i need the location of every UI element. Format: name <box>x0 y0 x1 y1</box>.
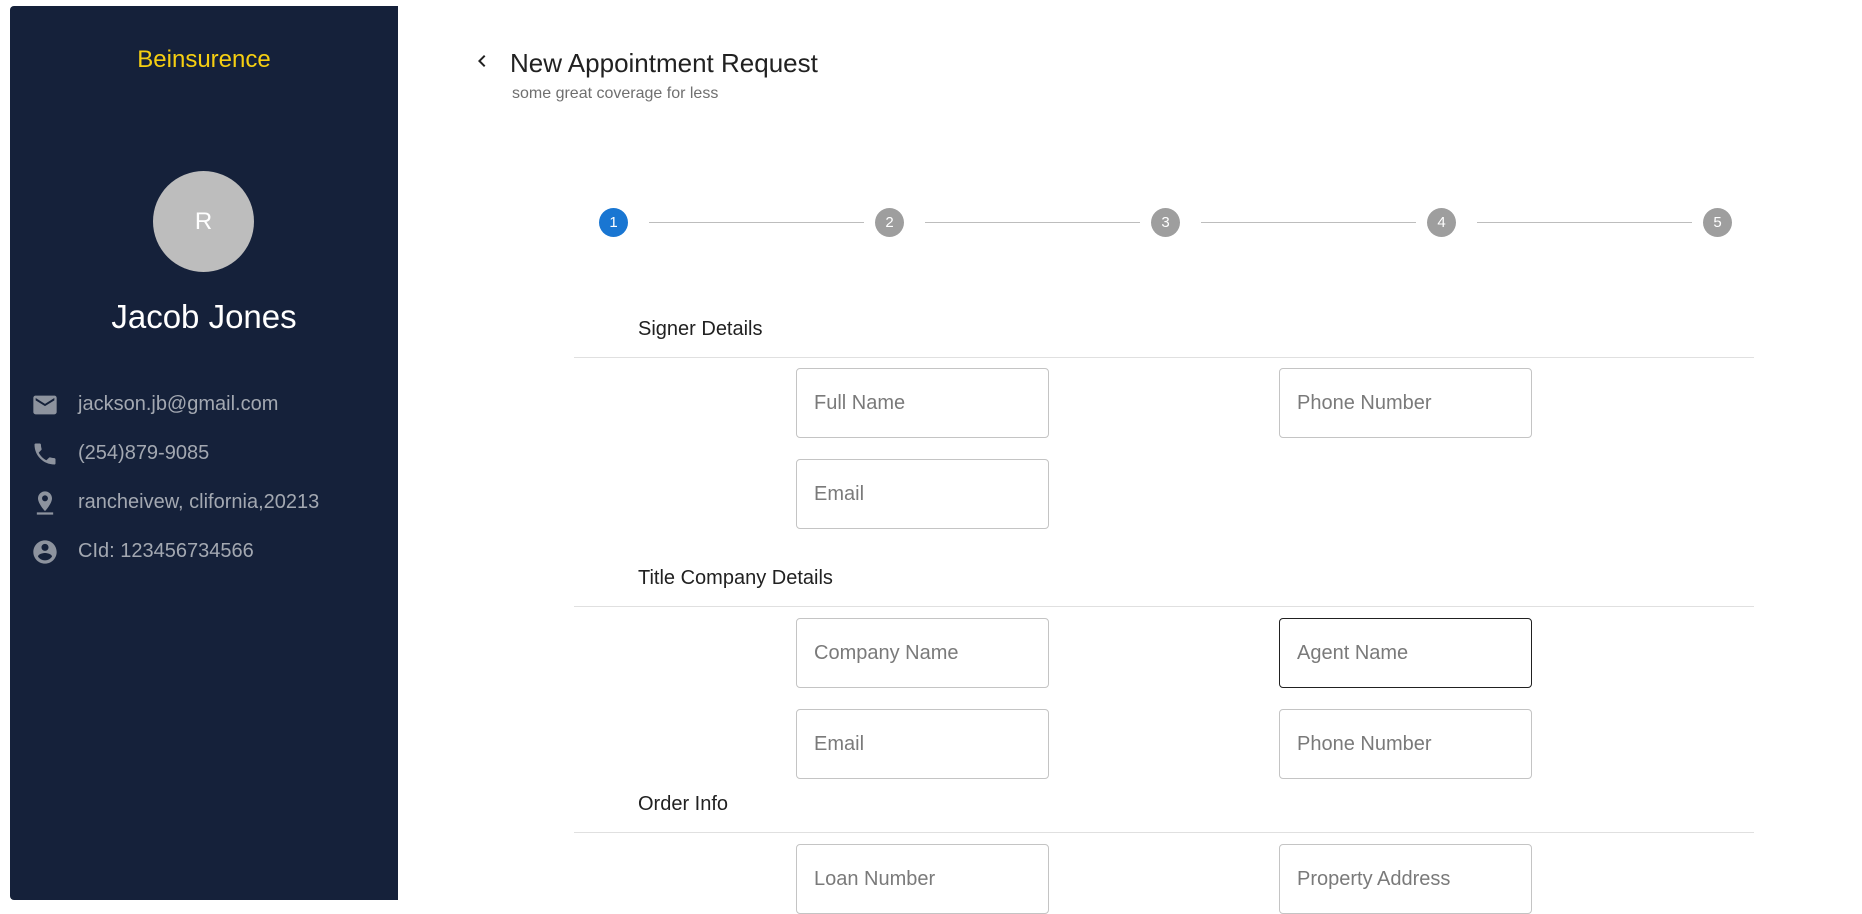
title-company-email-input[interactable] <box>797 710 1048 778</box>
step-connector <box>1477 222 1692 223</box>
title-company-email-field[interactable] <box>796 709 1049 779</box>
user-name: Jacob Jones <box>111 298 297 335</box>
section-title-title-company: Title Company Details <box>638 567 833 589</box>
info-item-phone: (254)879-9085 <box>30 429 390 478</box>
step-1[interactable]: 1 <box>599 208 628 237</box>
step-4[interactable]: 4 <box>1427 208 1456 237</box>
signer-full-name-field[interactable] <box>796 368 1049 438</box>
agent-name-input[interactable] <box>1280 619 1531 687</box>
step-connector <box>1201 222 1416 223</box>
contact-info-list: jackson.jb@gmail.com (254)879-9085 ranch… <box>30 380 390 576</box>
avatar: R <box>153 171 254 272</box>
property-address-field[interactable] <box>1279 844 1532 914</box>
signer-phone-field[interactable] <box>1279 368 1532 438</box>
mail-icon <box>30 390 60 420</box>
page-title: New Appointment Request <box>510 48 818 78</box>
divider <box>574 832 1754 833</box>
property-address-input[interactable] <box>1280 845 1531 913</box>
loan-number-input[interactable] <box>797 845 1048 913</box>
divider <box>574 606 1754 607</box>
step-3[interactable]: 3 <box>1151 208 1180 237</box>
avatar-initial: R <box>194 207 213 235</box>
section-title-signer: Signer Details <box>638 318 763 340</box>
brand-logo: Beinsurence <box>137 46 271 73</box>
info-item-location: rancheivew, clifornia,20213 <box>30 478 390 527</box>
title-company-phone-field[interactable] <box>1279 709 1532 779</box>
back-chevron-icon[interactable] <box>470 49 494 73</box>
info-item-email: jackson.jb@gmail.com <box>30 380 390 429</box>
signer-full-name-input[interactable] <box>797 369 1048 437</box>
location-icon <box>30 488 60 518</box>
page-subtitle: some great coverage for less <box>512 85 719 102</box>
info-phone-text: (254)879-9085 <box>78 442 210 464</box>
info-cid-text: CId: 123456734566 <box>78 540 254 562</box>
step-connector <box>925 222 1140 223</box>
account-circle-icon <box>30 537 60 567</box>
signer-email-input[interactable] <box>797 460 1048 528</box>
company-name-input[interactable] <box>797 619 1048 687</box>
info-location-text: rancheivew, clifornia,20213 <box>78 491 320 513</box>
sidebar: Beinsurence R Jacob Jones jackson.jb@gma… <box>10 6 398 900</box>
loan-number-field[interactable] <box>796 844 1049 914</box>
section-title-order-info: Order Info <box>638 793 729 815</box>
divider <box>574 357 1754 358</box>
info-email-text: jackson.jb@gmail.com <box>78 393 279 415</box>
phone-icon <box>30 439 60 469</box>
agent-name-field[interactable] <box>1279 618 1532 688</box>
company-name-field[interactable] <box>796 618 1049 688</box>
title-company-phone-input[interactable] <box>1280 710 1531 778</box>
step-2[interactable]: 2 <box>875 208 904 237</box>
signer-email-field[interactable] <box>796 459 1049 529</box>
signer-phone-input[interactable] <box>1280 369 1531 437</box>
step-connector <box>649 222 864 223</box>
step-5[interactable]: 5 <box>1703 208 1732 237</box>
info-item-cid: CId: 123456734566 <box>30 527 390 576</box>
